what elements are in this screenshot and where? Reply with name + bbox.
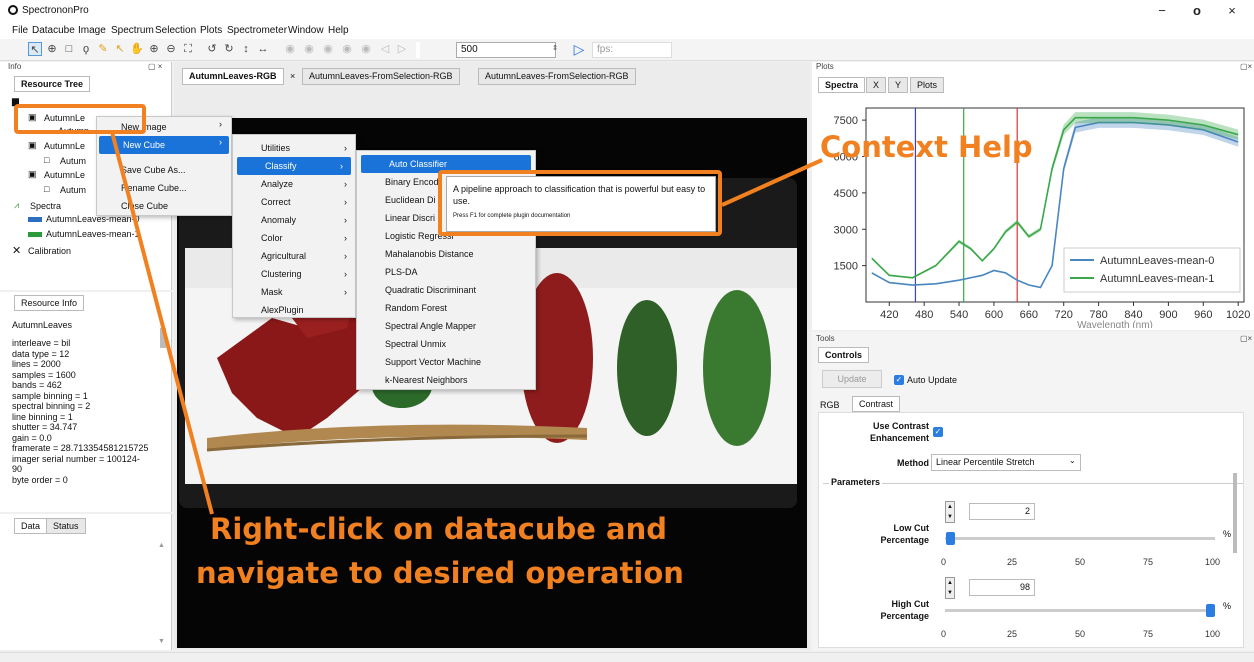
instruction-line-1: Right-click on datacube and [210, 512, 667, 546]
instruction-line-2: navigate to desired operation [196, 556, 684, 590]
context-help-annotation: Context Help [820, 130, 1033, 164]
